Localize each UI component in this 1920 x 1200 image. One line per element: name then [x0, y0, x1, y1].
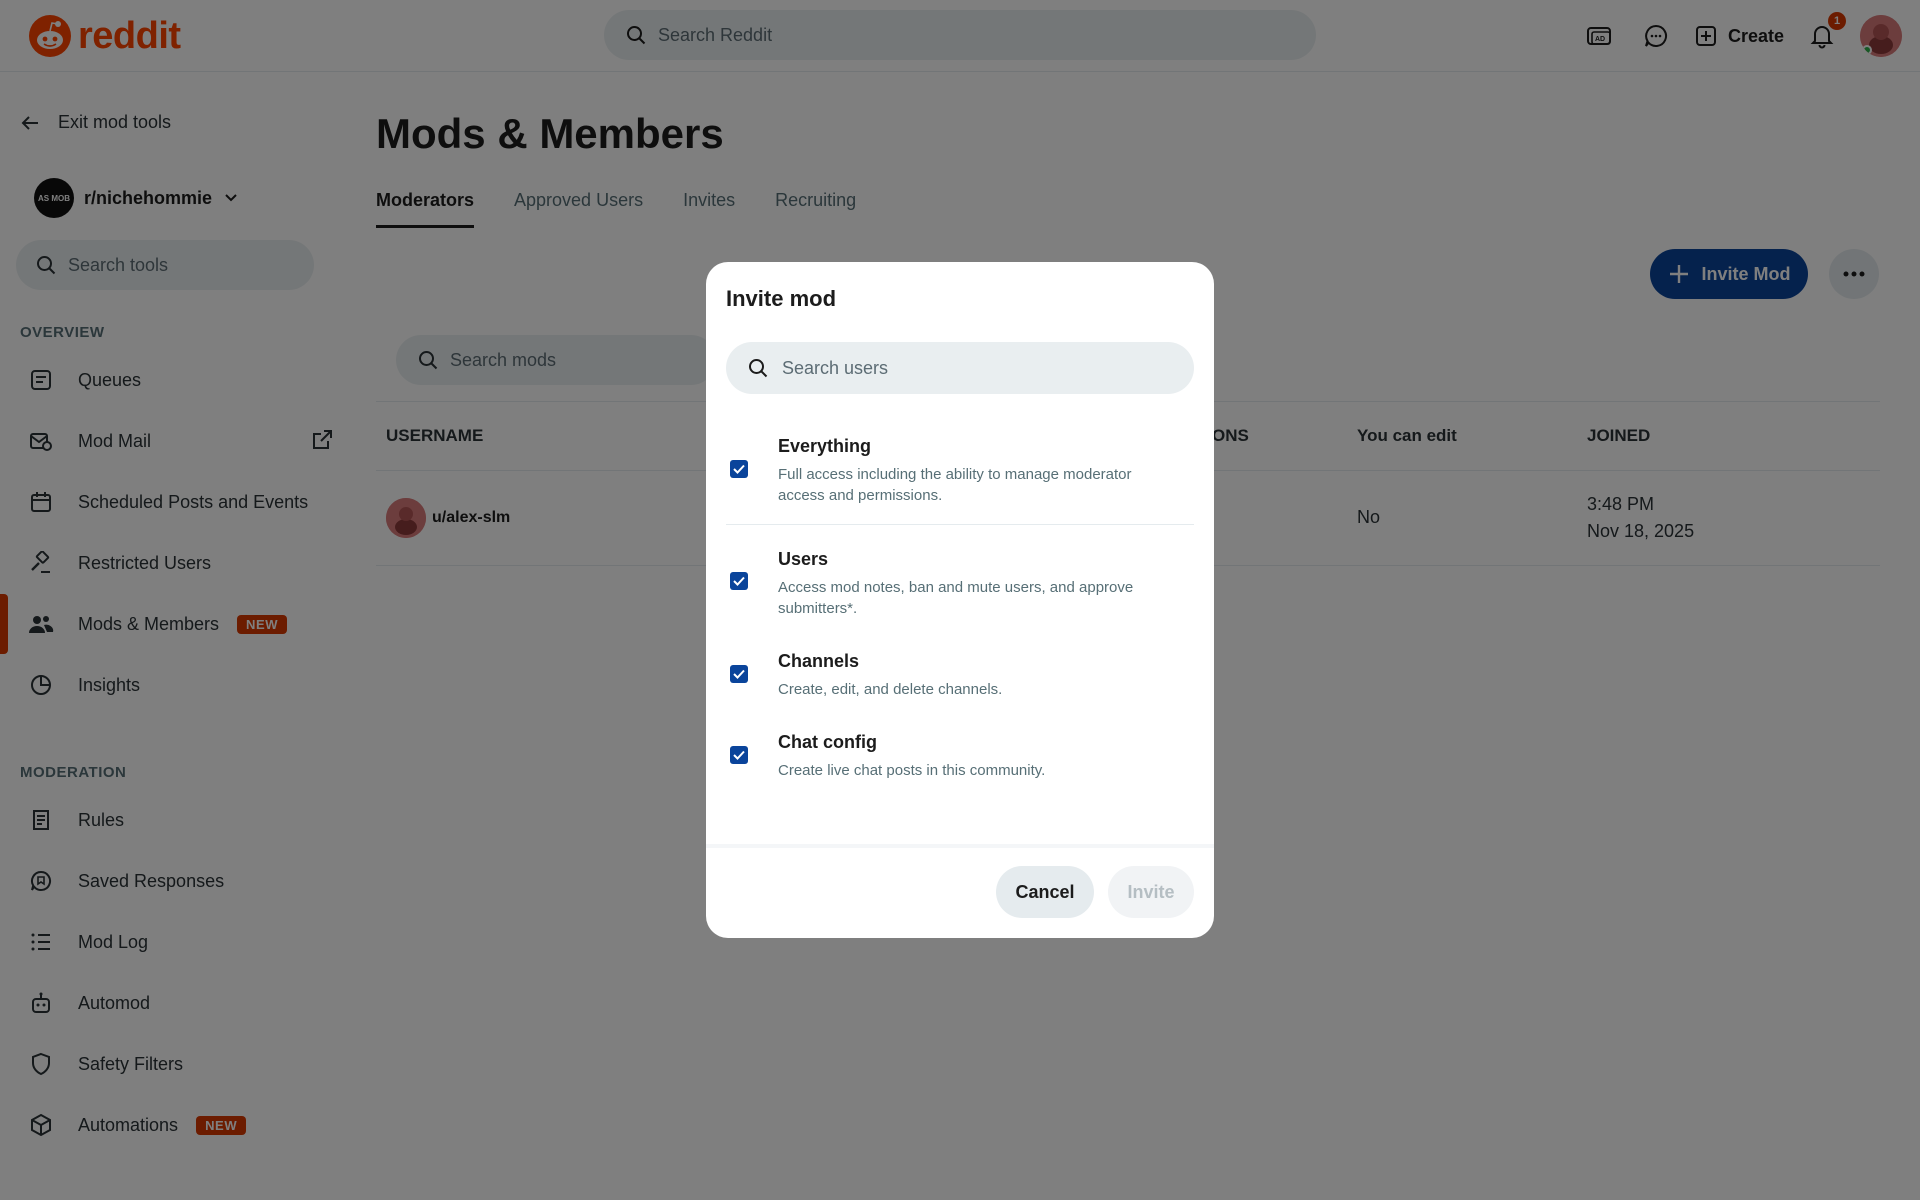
- invite-button[interactable]: Invite: [1108, 866, 1194, 918]
- permission-chat-config: Chat config Create live chat posts in th…: [726, 732, 1194, 782]
- chat-config-checkbox[interactable]: [730, 746, 748, 764]
- permission-description: Create live chat posts in this community…: [778, 762, 1046, 779]
- cancel-button[interactable]: Cancel: [996, 866, 1094, 918]
- permission-title: Users: [778, 549, 829, 569]
- permission-title: Everything: [778, 436, 872, 456]
- search-icon: [749, 359, 768, 378]
- permission-description: Access mod notes, ban and mute users, an…: [778, 579, 1134, 617]
- dialog-title: Invite mod: [726, 286, 837, 311]
- permission-channels: Channels Create, edit, and delete channe…: [726, 651, 1194, 701]
- permission-everything: Everything Full access including the abi…: [726, 436, 1194, 516]
- permission-title: Chat config: [778, 732, 877, 752]
- search-users-placeholder: Search users: [782, 357, 889, 378]
- search-users-input[interactable]: Search users: [726, 342, 1194, 394]
- channels-checkbox[interactable]: [730, 665, 748, 683]
- users-checkbox[interactable]: [730, 572, 748, 590]
- invite-mod-dialog: Invite mod Search users Everything Full …: [706, 262, 1214, 938]
- permission-users: Users Access mod notes, ban and mute use…: [726, 549, 1194, 619]
- everything-checkbox[interactable]: [730, 460, 748, 478]
- dialog-footer-divider: [706, 844, 1214, 848]
- permission-divider: [726, 524, 1194, 525]
- permission-title: Channels: [778, 651, 860, 671]
- permission-description: Full access including the ability to man…: [778, 466, 1132, 504]
- permission-description: Create, edit, and delete channels.: [778, 681, 1003, 698]
